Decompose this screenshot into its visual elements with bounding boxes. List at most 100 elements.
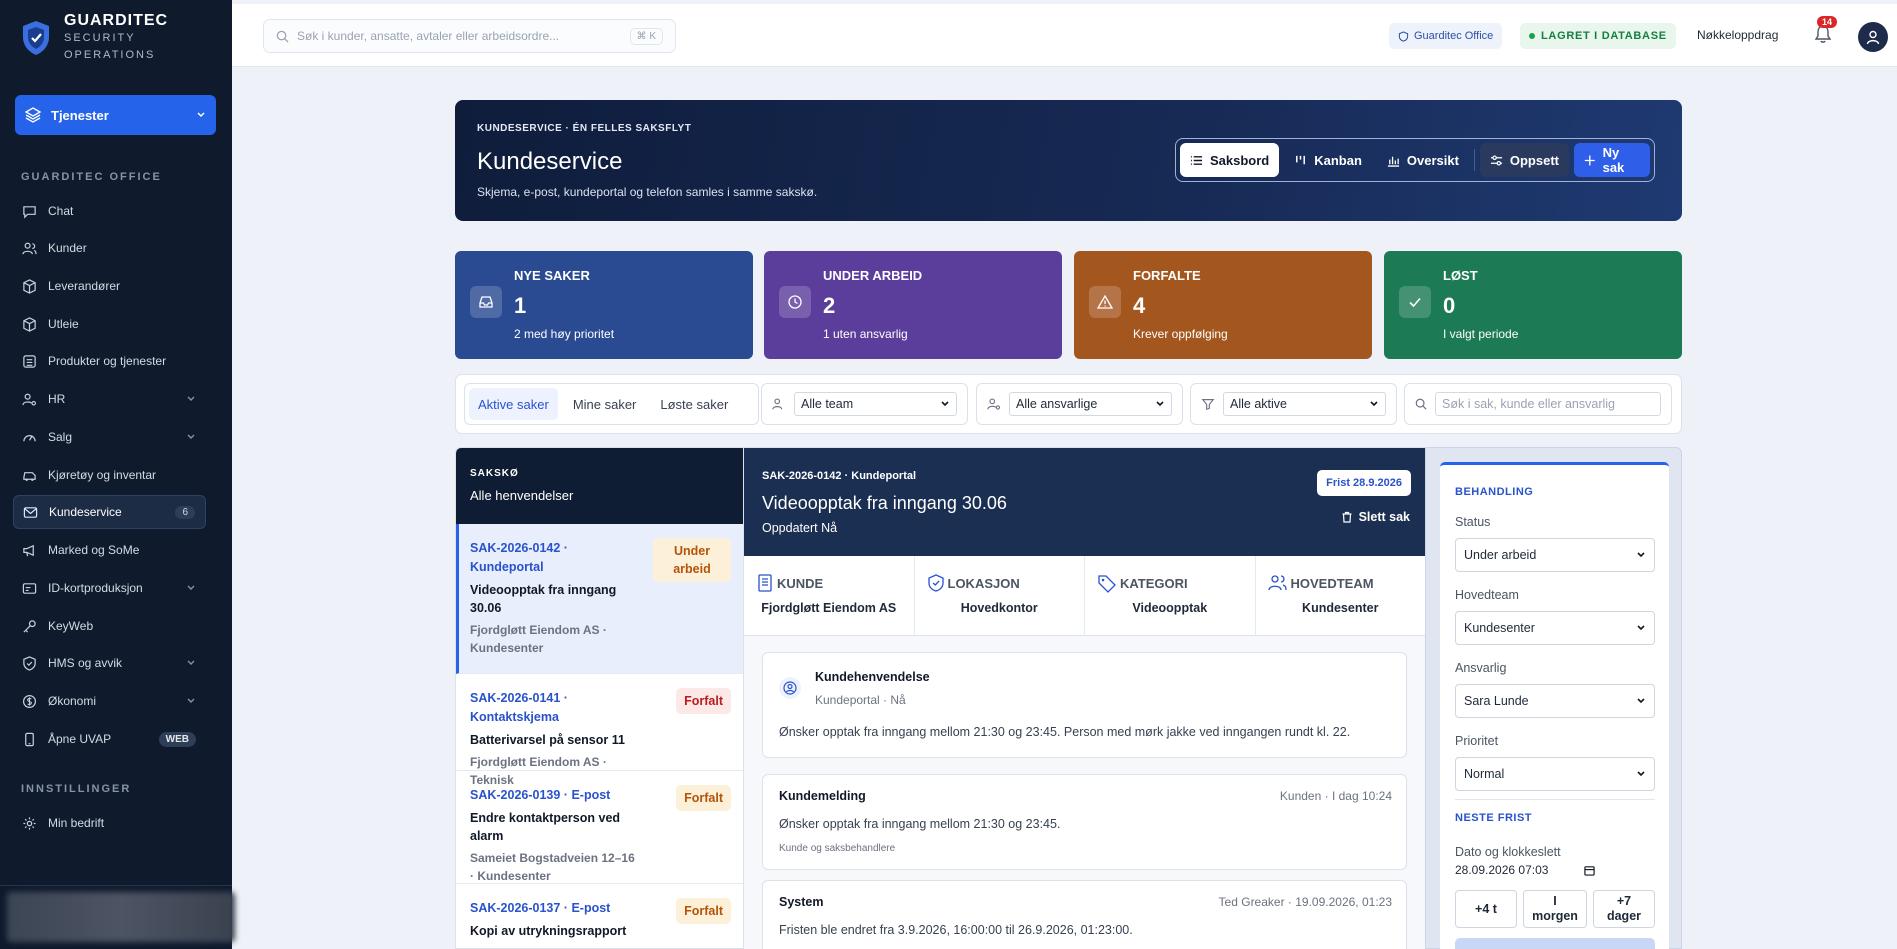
building-icon [758, 574, 772, 592]
sidebar-item-uvap[interactable]: Åpne UVAP WEB [13, 722, 206, 756]
clock-icon [779, 286, 811, 318]
sidebar-item-hms[interactable]: HMS og avvik [13, 646, 206, 680]
sidebar-item-kjoretoy[interactable]: Kjøretøy og inventar [13, 458, 206, 492]
stat-card-solved[interactable]: LØST 0 I valgt periode [1384, 251, 1682, 359]
date-time-value: 28.09.2026 07:03 [1455, 863, 1549, 877]
status-badge: Forfalt [676, 785, 731, 811]
sidebar-item-chat[interactable]: Chat [13, 194, 206, 228]
card-title: System [779, 895, 824, 909]
chevron-down-icon [1637, 552, 1645, 558]
oppsett-button[interactable]: Oppsett [1479, 143, 1569, 177]
card-title: Kundehenvendelse [815, 670, 930, 684]
sidebar-item-label: HMS og avvik [48, 656, 123, 670]
office-pill[interactable]: Guarditec Office [1389, 23, 1503, 49]
sidebar-item-label: Åpne UVAP [48, 732, 112, 746]
plus-icon [1584, 155, 1595, 165]
check-icon [1399, 286, 1431, 318]
inbox-icon [470, 286, 502, 318]
customer-message-card: Kundemelding Kunden · I dag 10:24 Ønsker… [762, 774, 1407, 870]
oppsett-label: Oppsett [1509, 152, 1559, 168]
save-deadline-button[interactable] [1455, 938, 1655, 949]
team-filter[interactable]: Alle team [761, 383, 968, 425]
tab-solved-cases[interactable]: Løste saker [651, 388, 737, 420]
notification-count-badge: 14 [1817, 16, 1838, 28]
brand[interactable]: GUARDITEC SECURITY OPERATIONS [20, 12, 168, 64]
stat-sub: I valgt periode [1443, 327, 1519, 341]
stat-value: 1 [514, 293, 527, 318]
new-case-label: Ny sak [1602, 145, 1625, 175]
main-team-select[interactable]: Kundesenter [1455, 611, 1655, 645]
sidebar: GUARDITEC SECURITY OPERATIONS Tjenester … [0, 0, 235, 949]
add-7-days-button[interactable]: +7 dager [1593, 890, 1655, 928]
sidebar-item-salg[interactable]: Salg [13, 420, 206, 454]
team-select[interactable]: Alle team [794, 392, 957, 416]
priority-select[interactable]: Normal [1455, 757, 1655, 791]
responsible-select[interactable]: Alle ansvarlige [1009, 392, 1172, 416]
sidebar-item-id-kort[interactable]: ID-kortproduksjon [13, 571, 206, 605]
top-bar: Søk i kunder, ansatte, avtaler eller arb… [232, 4, 1897, 67]
sidebar-item-utleie[interactable]: Utleie [13, 307, 206, 341]
next-deadline-heading: NESTE FRIST [1455, 812, 1533, 824]
responsible-filter[interactable]: Alle ansvarlige [976, 383, 1183, 425]
oversikt-button[interactable]: Oversikt [1377, 143, 1469, 177]
new-case-button[interactable]: Ny sak [1574, 143, 1650, 177]
tab-active-cases[interactable]: Aktive saker [469, 388, 558, 420]
case-search-input[interactable]: Søk i sak, kunde eller ansvarlig [1435, 392, 1661, 416]
tab-my-cases[interactable]: Mine saker [564, 388, 646, 420]
services-dropdown-button[interactable]: Tjenester [15, 95, 216, 135]
stat-card-overdue[interactable]: FORFALTE 4 Krever oppfølging [1074, 251, 1372, 359]
filter-icon [1201, 399, 1215, 411]
avatar[interactable] [1858, 22, 1888, 52]
add-4-hours-button[interactable]: +4 t [1455, 890, 1517, 928]
sidebar-item-okonomi[interactable]: Økonomi [13, 684, 206, 718]
date-time-input[interactable]: 28.09.2026 07:03 [1455, 863, 1595, 877]
stat-card-new[interactable]: NYE SAKER 1 2 med høy prioritet [455, 251, 753, 359]
queue-kicker: SAKSKØ [470, 468, 519, 479]
tomorrow-button[interactable]: I morgen [1523, 890, 1587, 928]
queue-item[interactable]: SAK-2026-0141 · Kontaktskjema Batterivar… [456, 674, 743, 787]
stat-value: 4 [1133, 293, 1146, 318]
chat-icon [23, 205, 36, 219]
kanban-button[interactable]: Kanban [1284, 143, 1372, 177]
date-time-label: Dato og klokkeslett [1455, 845, 1561, 859]
global-search-input[interactable]: Søk i kunder, ansatte, avtaler eller arb… [263, 19, 676, 53]
queue-item[interactable]: SAK-2026-0142 · Kundeportal Videoopptak … [456, 524, 743, 674]
saksbord-button[interactable]: Saksbord [1180, 143, 1280, 177]
sidebar-item-label: Salg [48, 430, 73, 444]
sidebar-item-leverandorer[interactable]: Leverandører [13, 269, 206, 303]
info-label: LOKASJON [947, 575, 1020, 591]
sidebar-item-hr[interactable]: HR [13, 382, 206, 416]
case-tabs: Aktive saker Mine saker Løste saker [464, 383, 759, 425]
queue-header: SAKSKØ Alle henvendelser [456, 448, 743, 524]
case-id: SAK-2026-0137 · E-post [470, 901, 611, 915]
oversikt-label: Oversikt [1406, 152, 1459, 168]
shield-icon [927, 574, 944, 592]
services-label: Tjenester [51, 107, 109, 123]
stat-card-in-progress[interactable]: UNDER ARBEID 2 1 uten ansvarlig [764, 251, 1062, 359]
sidebar-item-kunder[interactable]: Kunder [13, 231, 206, 265]
key-order-link[interactable]: Nøkkeloppdrag [1697, 28, 1778, 42]
queue-item[interactable]: SAK-2026-0139 · E-post Endre kontaktpers… [456, 771, 743, 884]
section-label-settings: INNSTILLINGER [21, 783, 132, 795]
user-gear-icon [987, 398, 1001, 410]
sidebar-item-min-bedrift[interactable]: Min bedrift [13, 806, 206, 840]
sidebar-item-kundeservice[interactable]: Kundeservice 6 [13, 495, 206, 529]
key-icon [23, 619, 36, 633]
active-select[interactable]: Alle aktive [1223, 392, 1386, 416]
queue-item[interactable]: SAK-2026-0137 · E-post Kopi av utrykning… [456, 884, 743, 948]
card-meta: Kundeportal · Nå [815, 693, 906, 707]
sidebar-item-produkter[interactable]: Produkter og tjenester [13, 344, 206, 378]
delete-case-button[interactable]: Slett sak [1341, 510, 1410, 524]
stat-title: LØST [1443, 268, 1478, 283]
trash-icon [1342, 511, 1352, 523]
responsible-select[interactable]: Sara Lunde [1455, 684, 1655, 718]
active-filter[interactable]: Alle aktive [1190, 383, 1397, 425]
case-search[interactable]: Søk i sak, kunde eller ansvarlig [1404, 383, 1672, 425]
sidebar-item-label: Økonomi [48, 694, 97, 708]
case-detail: SAK-2026-0142 · Kundeportal Videoopptak … [744, 447, 1425, 949]
sidebar-item-marked[interactable]: Marked og SoMe [13, 533, 206, 567]
section-label-office: GUARDITEC OFFICE [21, 171, 162, 183]
user-profile-area[interactable] [0, 885, 235, 949]
sidebar-item-keyweb[interactable]: KeyWeb [13, 609, 206, 643]
status-select[interactable]: Under arbeid [1455, 538, 1655, 572]
